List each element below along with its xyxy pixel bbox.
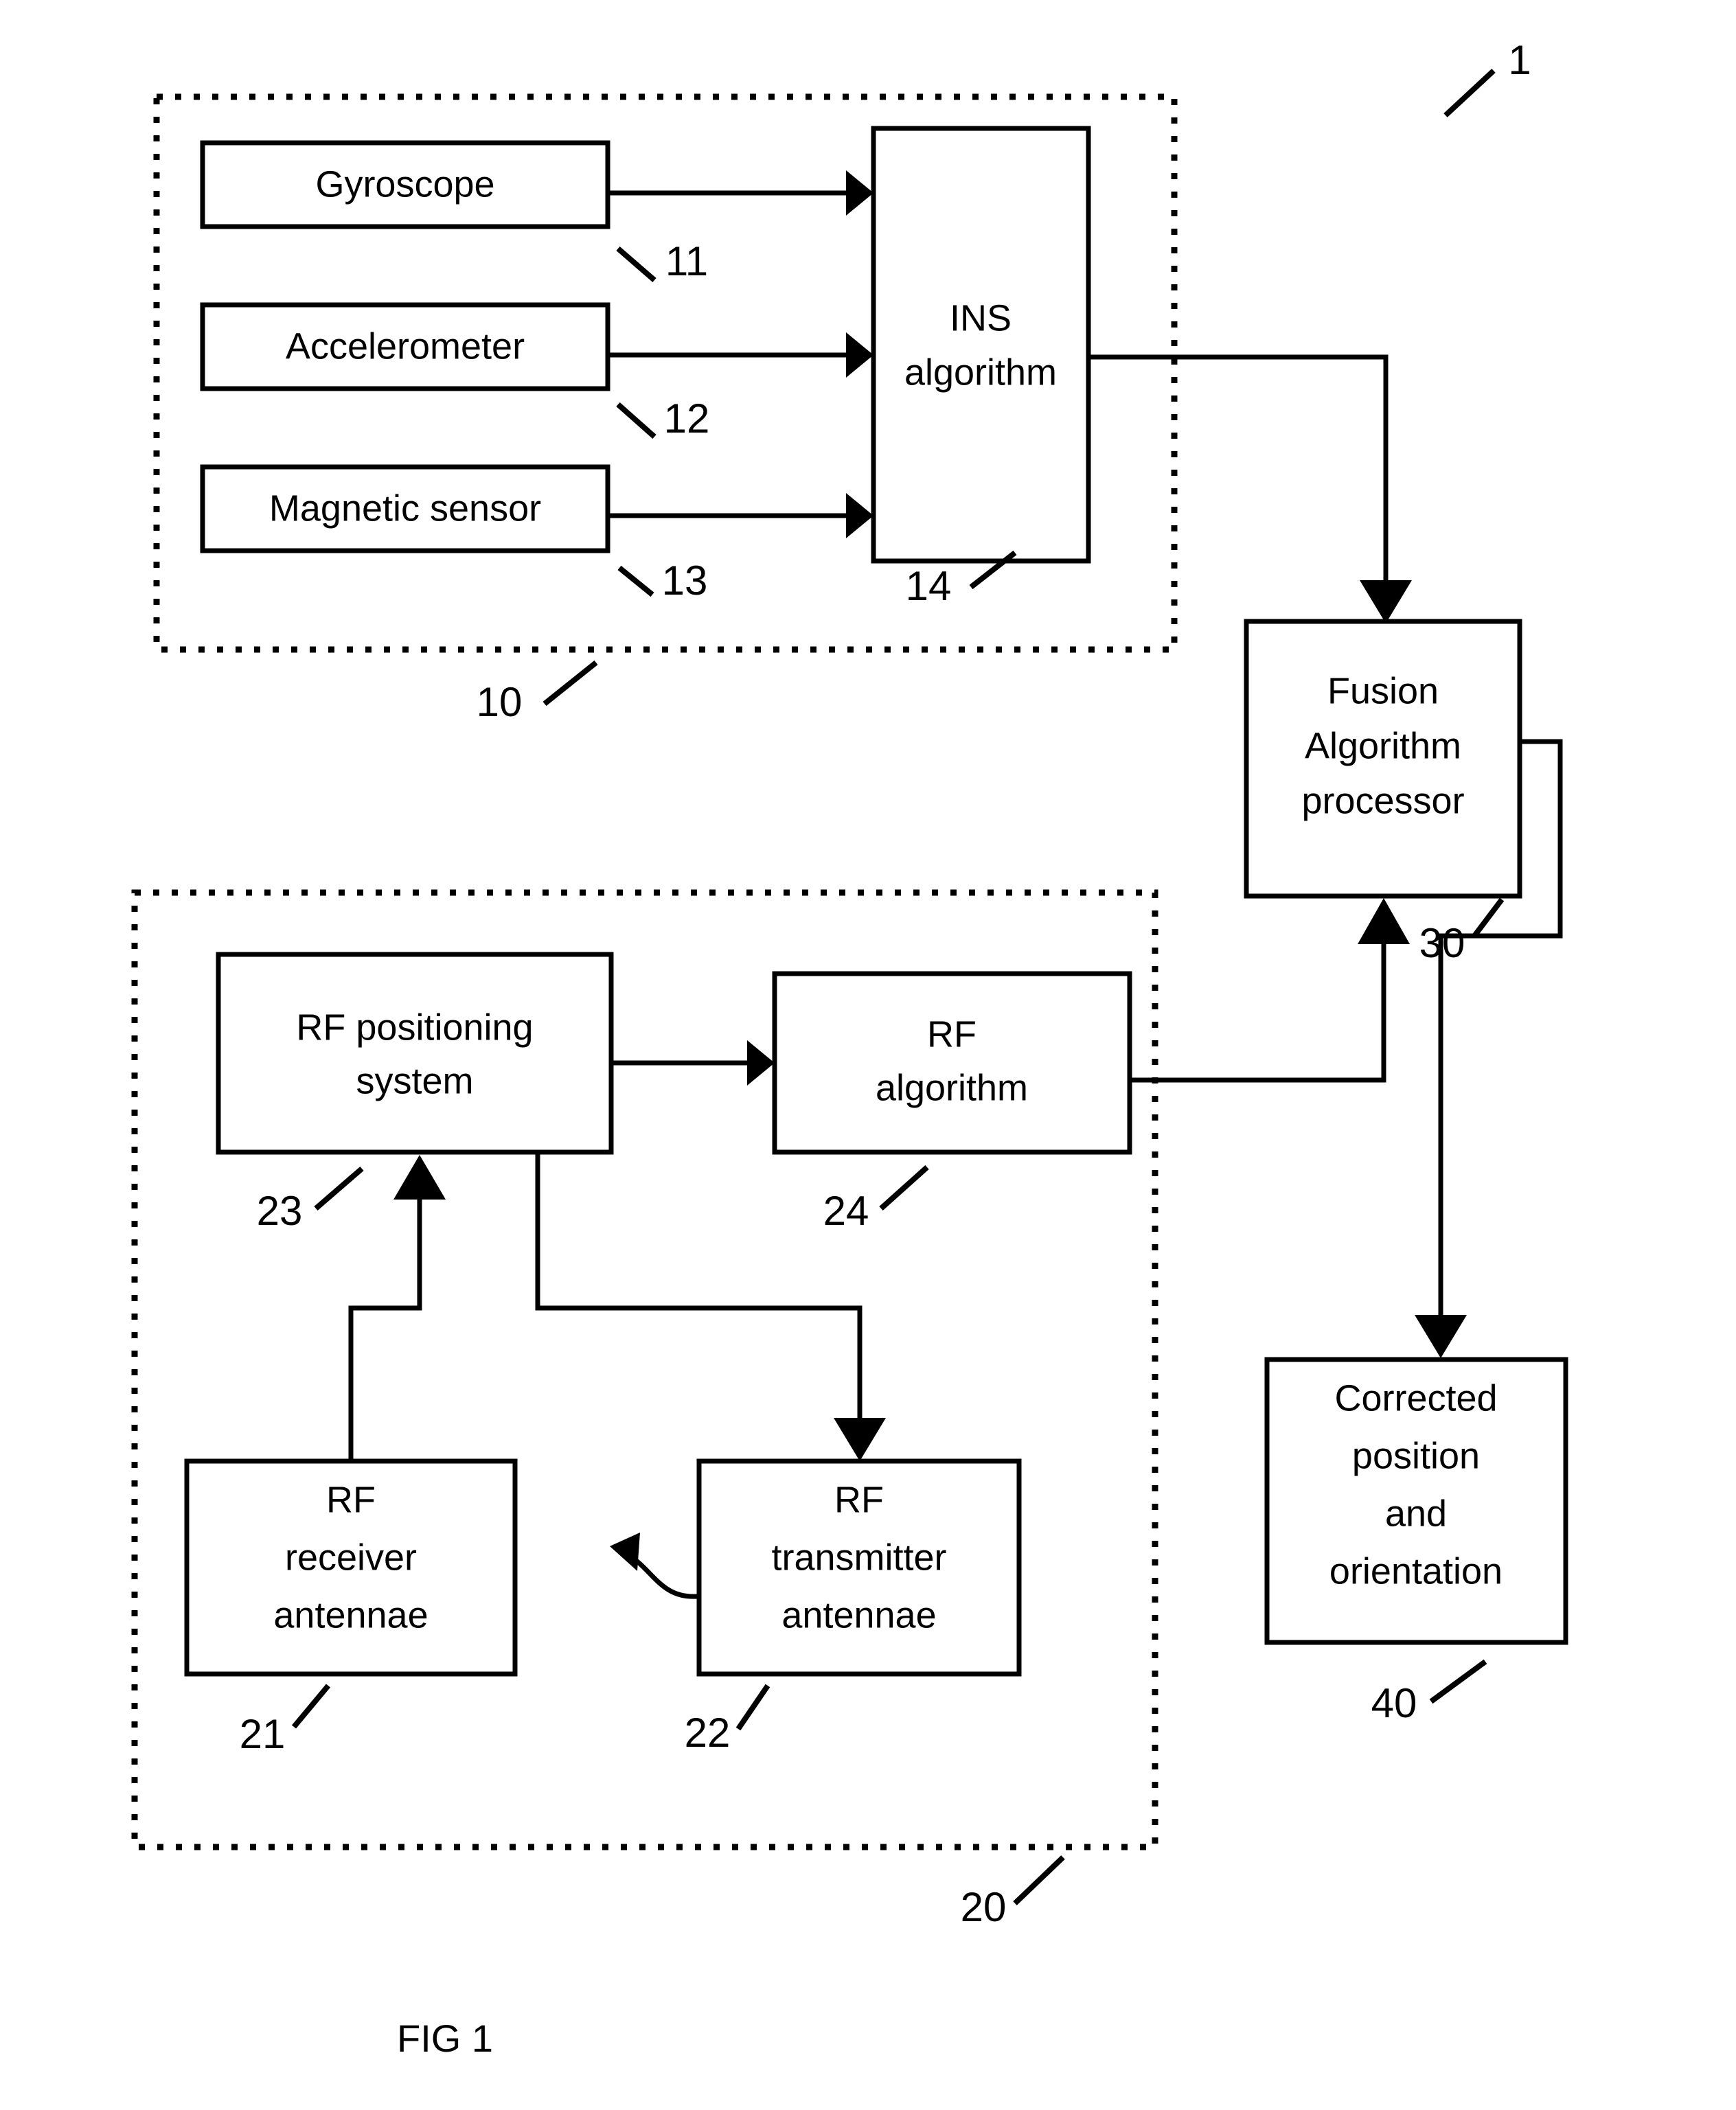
ref-numeral-accelerometer: 12 [664, 395, 710, 442]
block-diagram: 1 11 12 13 14 10 30 23 24 21 22 40 20 Gy… [131, 37, 1568, 2060]
connector-rfalg-to-fusion [1130, 898, 1410, 1083]
label-rf-algorithm-line1: RF [927, 1013, 976, 1055]
label-gyroscope: Gyroscope [315, 163, 494, 205]
label-rf-transmitter-antennae-line3: antennae [781, 1594, 936, 1636]
label-rf-receiver-antennae-line1: RF [326, 1479, 376, 1520]
leader-line-system [1443, 69, 1496, 117]
leader-line-magnetic-sensor [617, 565, 654, 597]
block-rf-positioning-system[interactable] [216, 952, 614, 1155]
connector-magnetic-sensor-to-ins [608, 493, 873, 538]
ref-numeral-rf-receiver-antennae: 21 [240, 1711, 286, 1757]
label-rf-positioning-system-line1: RF positioning [296, 1007, 533, 1048]
label-corrected-output-line3: and [1385, 1493, 1447, 1534]
label-fusion-processor-line3: processor [1301, 780, 1464, 821]
label-rf-transmitter-antennae-line1: RF [834, 1479, 884, 1520]
ref-numeral-rf-transmitter-antennae: 22 [685, 1710, 731, 1756]
label-rf-receiver-antennae-line3: antennae [273, 1594, 428, 1636]
ref-numeral-magnetic-sensor: 13 [662, 558, 708, 604]
ref-numeral-fusion-processor: 30 [1419, 920, 1465, 966]
ref-numeral-gyroscope: 11 [665, 238, 708, 284]
label-fusion-processor-line1: Fusion [1327, 670, 1439, 711]
ref-numeral-rf-algorithm: 24 [823, 1188, 869, 1234]
label-accelerometer: Accelerometer [286, 325, 525, 367]
ref-numeral-ins-group: 10 [477, 679, 523, 725]
label-rf-transmitter-antennae-line2: transmitter [771, 1537, 946, 1578]
label-ins-algorithm-line1: INS [950, 297, 1012, 339]
label-ins-algorithm-line2: algorithm [904, 352, 1057, 393]
block-ins-algorithm[interactable] [871, 126, 1091, 564]
label-corrected-output-line1: Corrected [1334, 1377, 1497, 1419]
label-rf-positioning-system-line2: system [356, 1060, 473, 1101]
block-rf-algorithm[interactable] [772, 971, 1132, 1155]
leader-line-rf-receiver-antennae [291, 1684, 331, 1729]
figure-caption: FIG 1 [397, 2017, 493, 2060]
connector-gyroscope-to-ins [608, 170, 873, 216]
ref-numeral-rf-group: 20 [961, 1884, 1007, 1930]
connector-receiver-to-rfpos [348, 1155, 446, 1461]
ref-numeral-system: 1 [1508, 37, 1531, 83]
leader-line-ins-group [542, 660, 598, 707]
label-corrected-output-line4: orientation [1329, 1550, 1503, 1592]
leader-line-gyroscope [616, 246, 656, 283]
ref-numeral-rf-positioning-system: 23 [257, 1188, 303, 1234]
patent-figure-page: 1 11 12 13 14 10 30 23 24 21 22 40 20 Gy… [0, 0, 1736, 2110]
ref-numeral-ins-algorithm: 14 [906, 563, 952, 609]
leader-line-rf-algorithm [879, 1165, 929, 1211]
connector-accelerometer-to-ins [608, 332, 873, 378]
leader-line-rf-transmitter-antennae [735, 1684, 770, 1731]
label-rf-receiver-antennae-line2: receiver [285, 1537, 417, 1578]
leader-line-rf-positioning-system [314, 1166, 364, 1211]
label-magnetic-sensor: Magnetic sensor [269, 488, 541, 529]
connector-rfpos-to-rfalg [611, 1040, 775, 1086]
label-rf-algorithm-line2: algorithm [876, 1067, 1028, 1108]
ref-numeral-corrected-output: 40 [1371, 1680, 1417, 1726]
connector-rf-wireless-link [610, 1533, 698, 1599]
leader-line-accelerometer [616, 402, 656, 439]
label-corrected-output-line2: position [1352, 1435, 1480, 1476]
leader-line-fusion-processor [1472, 897, 1505, 938]
connector-ins-to-fusion [1088, 354, 1412, 623]
leader-line-rf-group [1013, 1855, 1065, 1905]
label-fusion-processor-line2: Algorithm [1305, 725, 1461, 766]
leader-line-corrected-output [1429, 1659, 1487, 1704]
